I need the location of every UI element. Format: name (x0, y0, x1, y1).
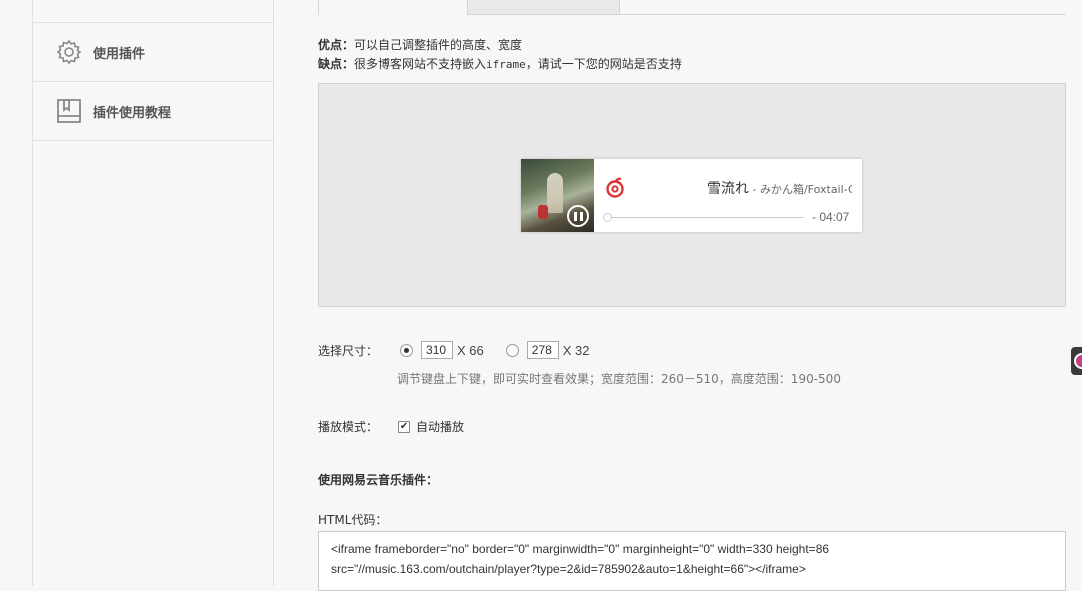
size-option2-radio[interactable] (505, 343, 519, 357)
song-info[interactable]: 雪流れ - みかん箱/Foxtail-Grass Studio (707, 178, 852, 198)
song-artist: - みかん箱/Foxtail-Grass Studio (752, 183, 852, 196)
player-preview-area: 雪流れ - みかん箱/Foxtail-Grass Studio - 04:07 (318, 83, 1066, 307)
floating-side-widget[interactable] (1071, 347, 1082, 375)
pause-button[interactable] (567, 205, 589, 227)
usage-heading: 使用网易云音乐插件： (318, 473, 439, 487)
gear-icon (55, 38, 83, 66)
size-option1-width[interactable]: 310 (421, 341, 454, 359)
tab-inactive[interactable] (468, 0, 620, 14)
sidebar-item-label: 插件使用教程 (93, 105, 172, 121)
book-icon (55, 97, 83, 125)
code-line: src="//music.163.com/outchain/player?typ… (331, 562, 806, 576)
cons-label: 缺点： (318, 57, 355, 71)
cons-text-2: ，请试一下您的网站是否支持 (525, 57, 682, 71)
sidebar: 使用插件 插件使用教程 (32, 0, 274, 586)
sidebar-top-item[interactable] (33, 0, 273, 23)
progress-knob[interactable] (603, 213, 612, 222)
autoplay-checkbox[interactable]: ✔ (398, 420, 411, 433)
song-title: 雪流れ (707, 181, 749, 197)
cons-code: iframe (486, 58, 526, 71)
sidebar-item-tutorial[interactable]: 插件使用教程 (33, 82, 273, 141)
size-option1-height: X 66 (457, 342, 484, 358)
pros-line: 优点：可以自己调整插件的高度、宽度 (318, 36, 682, 55)
tab-bar (318, 0, 1066, 15)
tab-active[interactable] (318, 0, 468, 15)
pros-text: 可以自己调整插件的高度、宽度 (354, 38, 523, 52)
music-player-widget: 雪流れ - みかん箱/Foxtail-Grass Studio - 04:07 (521, 159, 862, 232)
size-selector: 选择尺寸： 310 X 66 278 X 32 (318, 341, 612, 359)
album-cover (521, 159, 594, 232)
main-content: 优点：可以自己调整插件的高度、宽度 缺点：很多博客网站不支持嵌入iframe，请… (274, 0, 1082, 591)
sidebar-item-use-plugin[interactable]: 使用插件 (33, 23, 273, 82)
progress-bar[interactable] (607, 217, 804, 218)
pros-label: 优点： (318, 38, 355, 52)
autoplay-label[interactable]: 自动播放 (416, 418, 464, 435)
size-option1-radio[interactable] (400, 343, 414, 357)
size-hint: 调节键盘上下键，即可实时查看效果；宽度范围：260－510，高度范围：190-5… (397, 372, 841, 386)
html-code-box[interactable]: <iframe frameborder="no" border="0" marg… (318, 531, 1066, 591)
remaining-time: - 04:07 (812, 210, 850, 224)
cons-line: 缺点：很多博客网站不支持嵌入iframe，请试一下您的网站是否支持 (318, 55, 682, 74)
pros-cons-notes: 优点：可以自己调整插件的高度、宽度 缺点：很多博客网站不支持嵌入iframe，请… (318, 36, 682, 74)
size-option2-height: X 32 (562, 342, 590, 358)
html-code-label: HTML代码： (318, 513, 388, 527)
size-label: 选择尺寸： (318, 343, 379, 358)
netease-music-logo-icon[interactable] (604, 177, 626, 199)
play-mode: 播放模式： ✔ 自动播放 (318, 418, 464, 435)
sidebar-item-label: 使用插件 (93, 46, 146, 62)
cons-text: 很多博客网站不支持嵌入 (354, 57, 487, 71)
play-mode-label: 播放模式： (318, 420, 379, 434)
size-option2-width[interactable]: 278 (526, 341, 559, 359)
code-line: <iframe frameborder="no" border="0" marg… (331, 542, 830, 556)
